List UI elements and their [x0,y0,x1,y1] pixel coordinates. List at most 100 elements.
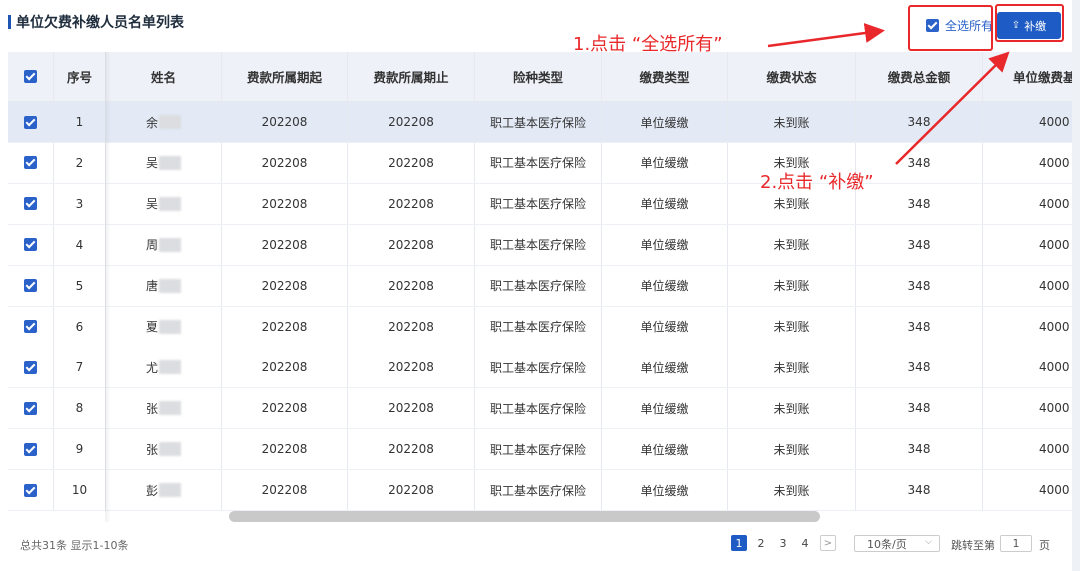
cell-status: 未到账 [728,102,856,142]
cell-end: 202208 [348,102,475,142]
cell-base: 4000 [983,347,1072,387]
cell-text: 4000 [1039,442,1070,457]
cell-text: 348 [907,237,931,252]
annotation-step2: 2.点击 “补缴” [760,172,874,193]
checkbox-checked-icon [24,483,37,497]
checkbox-checked-icon [24,70,37,83]
cell-text: 未到账 [773,279,810,294]
cell-text: 8 [75,401,84,416]
cell-text: 202208 [261,442,308,457]
col-header: 费款所属期止 [348,52,475,101]
table-row[interactable]: 10 彭 202208 202208 职工基本医疗保险 单位缓缴 未到账 348 4000 [8,470,1072,512]
cell-text: 10 [71,483,88,498]
cell-pay_type: 单位缓缴 [602,224,728,265]
row-checkbox[interactable] [8,470,54,511]
cell-base: 4000 [983,102,1072,142]
cell-text: 348 [907,155,931,170]
table-row[interactable]: 3 吴 202208 202208 职工基本医疗保险 单位缓缴 未到账 348 4000 [8,183,1072,225]
redacted-name-mask [159,196,181,211]
cell-total: 348 [856,429,983,470]
row-checkbox[interactable] [8,142,54,183]
row-checkbox[interactable] [8,224,54,265]
row-checkbox[interactable] [8,265,54,306]
col-header: 险种类型 [475,52,602,101]
row-checkbox[interactable] [8,388,54,429]
cell-text: 7 [75,360,84,375]
row-checkbox[interactable] [8,347,54,388]
cell-end: 202208 [348,306,475,347]
jump-label: 跳转至第 [951,539,995,552]
table-row[interactable]: 7 尤 202208 202208 职工基本医疗保险 单位缓缴 未到账 348 4000 [8,347,1072,389]
cell-text: 吴 [145,197,158,212]
redacted-name-mask [159,115,181,129]
table-row[interactable]: 5 唐 202208 202208 职工基本医疗保险 单位缓缴 未到账 348 4000 [8,265,1072,307]
cell-start: 202208 [222,470,348,511]
table-header: 序号 姓名 费款所属期起 费款所属期止 险种类型 缴费类型 缴费状态 缴费总金额… [8,52,1072,102]
page-3[interactable]: 3 [775,535,791,551]
cell-no: 7 [54,347,106,388]
cell-status: 未到账 [728,429,856,470]
cell-text: 单位缓缴 [640,320,689,334]
cell-text: 未到账 [773,197,810,212]
cell-text: 未到账 [773,483,810,498]
cell-text: 张 [145,442,158,457]
cell-no: 10 [54,470,106,511]
arrow-to-select-all [767,23,885,48]
horizontal-scrollbar[interactable] [229,511,820,522]
cell-text: 4 [75,237,84,252]
table-row[interactable]: 6 夏 202208 202208 职工基本医疗保险 单位缓缴 未到账 348 4000 [8,306,1072,348]
table-row[interactable]: 8 张 202208 202208 职工基本医疗保险 单位缓缴 未到账 348 4000 [8,388,1072,430]
cell-text: 4000 [1039,196,1070,211]
cell-start: 202208 [222,306,348,347]
checkbox-checked-icon [24,197,37,211]
page-4[interactable]: 4 [797,535,813,551]
cell-status: 未到账 [728,306,856,347]
redacted-name-mask [159,360,181,375]
row-checkbox[interactable] [8,306,54,347]
page-2[interactable]: 2 [753,535,769,551]
cell-status: 未到账 [728,224,856,265]
cell-status: 未到账 [728,265,856,306]
cell-start: 202208 [222,388,348,429]
cell-text: 202208 [261,155,308,170]
cell-insurance: 职工基本医疗保险 [475,347,602,388]
cell-text: 202208 [388,155,434,170]
page-size-select[interactable]: 10条/页 ⌵ [854,535,940,552]
row-checkbox[interactable] [8,102,54,142]
next-page-button[interactable]: > [820,535,836,551]
page-1[interactable]: 1 [731,535,747,551]
header-checkbox[interactable] [8,52,54,101]
cell-total: 348 [856,265,983,306]
redacted-name-mask [159,278,181,293]
cell-text: 2 [75,155,84,170]
row-checkbox[interactable] [8,183,54,224]
cell-total: 348 [856,470,983,511]
cell-text: 348 [907,278,931,293]
jump-page-input[interactable]: 1 [1000,535,1032,552]
chevron-down-icon: ⌵ [925,537,932,547]
table-row[interactable]: 1 余 202208 202208 职工基本医疗保险 单位缓缴 未到账 348 4000 [8,102,1072,143]
table-row[interactable]: 9 张 202208 202208 职工基本医疗保险 单位缓缴 未到账 348 4000 [8,429,1072,471]
title-accent-bar [8,15,11,29]
cell-end: 202208 [348,142,475,183]
cell-pay_type: 单位缓缴 [602,265,728,306]
fixed-column-shadow [105,52,111,522]
checkbox-checked-icon [24,401,37,415]
row-checkbox[interactable] [8,429,54,470]
table-row[interactable]: 2 吴 202208 202208 职工基本医疗保险 单位缓缴 未到账 348 4000 [8,142,1072,184]
col-header: 缴费总金额 [856,52,983,101]
cell-insurance: 职工基本医疗保险 [475,224,602,265]
cell-pay_type: 单位缓缴 [602,102,728,142]
cell-start: 202208 [222,102,348,142]
annotation-step1: 1.点击 “全选所有” [573,34,723,55]
cell-insurance: 职工基本医疗保险 [475,102,602,142]
cell-total: 348 [856,388,983,429]
table-row[interactable]: 4 周 202208 202208 职工基本医疗保险 单位缓缴 未到账 348 4000 [8,224,1072,266]
cell-text: 职工基本医疗保险 [489,320,586,334]
cell-text: 348 [907,442,931,457]
cell-text: 彭 [145,483,158,498]
cell-text: 单位缓缴 [640,238,689,253]
col-header: 缴费类型 [602,52,728,101]
cell-end: 202208 [348,388,475,429]
page-title-text: 单位欠费补缴人员名单列表 [16,15,184,31]
